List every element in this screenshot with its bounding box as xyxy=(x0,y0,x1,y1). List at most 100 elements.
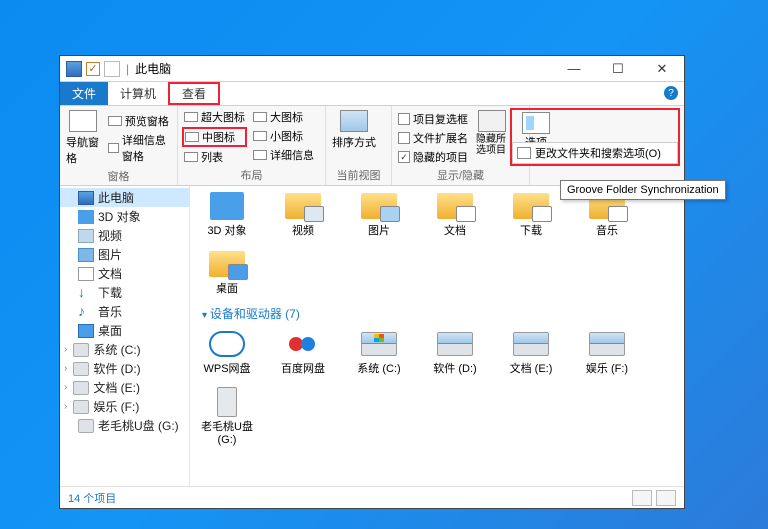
window-title: 此电脑 xyxy=(135,60,171,77)
content-item[interactable]: 百度网盘 xyxy=(274,328,332,376)
status-text: 14 个项目 xyxy=(68,490,116,506)
tab-computer[interactable]: 计算机 xyxy=(108,82,168,105)
layout-details-label: 详细信息 xyxy=(270,147,314,163)
explorer-window: ✓ | 此电脑 — ☐ ✕ 文件 计算机 查看 ? 导航窗格 预览窗格 详细 xyxy=(59,55,685,509)
sidebar-item[interactable]: › 娱乐 (F:) xyxy=(60,397,189,416)
hidden-items-toggle[interactable]: ✓隐藏的项目 xyxy=(396,148,470,166)
devices-header[interactable]: 设备和驱动器 (7) xyxy=(198,302,676,328)
layout-medium[interactable]: 中图标 xyxy=(182,127,247,147)
item-label: 下载 xyxy=(520,222,542,238)
sidebar-item-label: 视频 xyxy=(98,227,122,244)
layout-large[interactable]: 大图标 xyxy=(251,108,316,126)
3d-icon xyxy=(78,210,94,224)
close-button[interactable]: ✕ xyxy=(640,56,684,81)
maximize-button[interactable]: ☐ xyxy=(596,56,640,81)
sidebar-item[interactable]: ›文档 (E:) xyxy=(60,378,189,397)
sidebar-item-label: 下载 xyxy=(98,284,122,301)
layout-extralarge[interactable]: 超大图标 xyxy=(182,108,247,126)
qat-doc-icon[interactable] xyxy=(104,61,120,77)
tab-file[interactable]: 文件 xyxy=(60,82,108,105)
content-item[interactable]: 娱乐 (F:) xyxy=(578,328,636,376)
content-item[interactable]: 下载 xyxy=(502,190,560,238)
drive-icon xyxy=(513,332,549,356)
options-menu-label: 更改文件夹和搜索选项(O) xyxy=(535,145,661,161)
status-bar: 14 个项目 xyxy=(60,486,684,508)
options-menu-item[interactable]: 更改文件夹和搜索选项(O) xyxy=(512,142,678,164)
sidebar-item[interactable]: ♪ 音乐 xyxy=(60,302,189,321)
content-item[interactable]: 文档 (E:) xyxy=(502,328,560,376)
music-icon: ♪ xyxy=(78,305,94,319)
layout-small[interactable]: 小图标 xyxy=(251,127,316,145)
hide-selected-button[interactable]: 隐藏所选项目 xyxy=(474,108,510,158)
sidebar-item[interactable]: 文档 xyxy=(60,264,189,283)
desk-icon xyxy=(78,324,94,338)
preview-pane-button[interactable]: 预览窗格 xyxy=(106,112,173,130)
layout-list[interactable]: 列表 xyxy=(182,148,247,166)
content-item[interactable]: 系统 (C:) xyxy=(350,328,408,376)
filename-ext-toggle[interactable]: 文件扩展名 xyxy=(396,129,470,147)
filename-ext-label: 文件扩展名 xyxy=(413,130,468,146)
content-item[interactable]: 视频 xyxy=(274,190,332,238)
drv-icon xyxy=(73,381,89,395)
minimize-button[interactable]: — xyxy=(552,56,596,81)
titlebar: ✓ | 此电脑 — ☐ ✕ xyxy=(60,56,684,82)
checkbox-off-icon xyxy=(398,132,410,144)
sidebar-item[interactable]: 图片 xyxy=(60,245,189,264)
hide-selected-icon xyxy=(478,110,506,132)
sidebar-item[interactable]: 此电脑 xyxy=(60,188,189,207)
sidebar-item-label: 文档 xyxy=(98,265,122,282)
tab-view[interactable]: 查看 xyxy=(168,82,220,105)
sidebar-item-label: 娱乐 (F:) xyxy=(93,398,139,415)
sidebar-item[interactable]: ›系统 (C:) xyxy=(60,340,189,359)
content-item[interactable]: 3D 对象 xyxy=(198,190,256,238)
download-icon: ↓ xyxy=(78,286,94,300)
details-pane-button[interactable]: 详细信息窗格 xyxy=(106,131,173,165)
chevron-right-icon[interactable]: › xyxy=(64,363,69,374)
sidebar-item[interactable]: 老毛桃U盘 (G:) xyxy=(60,416,189,435)
content-pane[interactable]: 3D 对象视频图片文档下载音乐桌面 设备和驱动器 (7) WPS网盘百度网盘系统… xyxy=(190,186,684,486)
layout-large-label: 大图标 xyxy=(270,109,303,125)
pic-icon xyxy=(78,248,94,262)
drive-icon xyxy=(437,332,473,356)
nav-pane-icon xyxy=(69,110,97,132)
content-item[interactable]: 图片 xyxy=(350,190,408,238)
sidebar-item-label: 桌面 xyxy=(98,322,122,339)
details-pane-label: 详细信息窗格 xyxy=(122,132,171,164)
navigation-tree[interactable]: 此电脑3D 对象视频图片文档↓下载♪音乐桌面›系统 (C:)›软件 (D:)›文… xyxy=(60,186,190,486)
sidebar-item[interactable]: ↓ 下载 xyxy=(60,283,189,302)
app-icon xyxy=(66,61,82,77)
content-item[interactable]: 老毛桃U盘 (G:) xyxy=(198,386,256,446)
sidebar-item-label: 软件 (D:) xyxy=(93,360,140,377)
sidebar-item[interactable]: › 软件 (D:) xyxy=(60,359,189,378)
chevron-right-icon[interactable]: › xyxy=(64,344,69,355)
item-label: 系统 (C:) xyxy=(357,360,400,376)
sidebar-item[interactable]: 视频 xyxy=(60,226,189,245)
options-icon xyxy=(522,112,550,134)
qat-check-icon[interactable]: ✓ xyxy=(86,62,100,76)
content-item[interactable]: 文档 xyxy=(426,190,484,238)
large-icon xyxy=(253,112,267,122)
sidebar-item[interactable]: 桌面 xyxy=(60,321,189,340)
item-checkboxes-toggle[interactable]: 项目复选框 xyxy=(396,110,470,128)
chevron-right-icon[interactable]: › xyxy=(64,401,69,412)
details-icon xyxy=(253,150,267,160)
item-label: 老毛桃U盘 (G:) xyxy=(198,418,256,446)
item-label: 视频 xyxy=(292,222,314,238)
view-icons-button[interactable] xyxy=(656,490,676,506)
sidebar-item[interactable]: 3D 对象 xyxy=(60,207,189,226)
content-item[interactable]: 软件 (D:) xyxy=(426,328,484,376)
content-item[interactable]: WPS网盘 xyxy=(198,328,256,376)
sidebar-item-label: 音乐 xyxy=(98,303,122,320)
sidebar-item-label: 此电脑 xyxy=(98,189,134,206)
sort-icon xyxy=(340,110,368,132)
layout-details[interactable]: 详细信息 xyxy=(251,146,316,164)
view-details-button[interactable] xyxy=(632,490,652,506)
folder-icon xyxy=(209,251,245,277)
currentview-group-label: 当前视图 xyxy=(330,167,387,183)
content-item[interactable]: 桌面 xyxy=(198,248,256,296)
nav-pane-button[interactable]: 导航窗格 xyxy=(64,108,102,168)
details-pane-icon xyxy=(108,143,119,153)
chevron-right-icon[interactable]: › xyxy=(64,382,69,393)
sort-button[interactable]: 排序方式 xyxy=(330,108,378,152)
help-icon[interactable]: ? xyxy=(664,86,678,100)
